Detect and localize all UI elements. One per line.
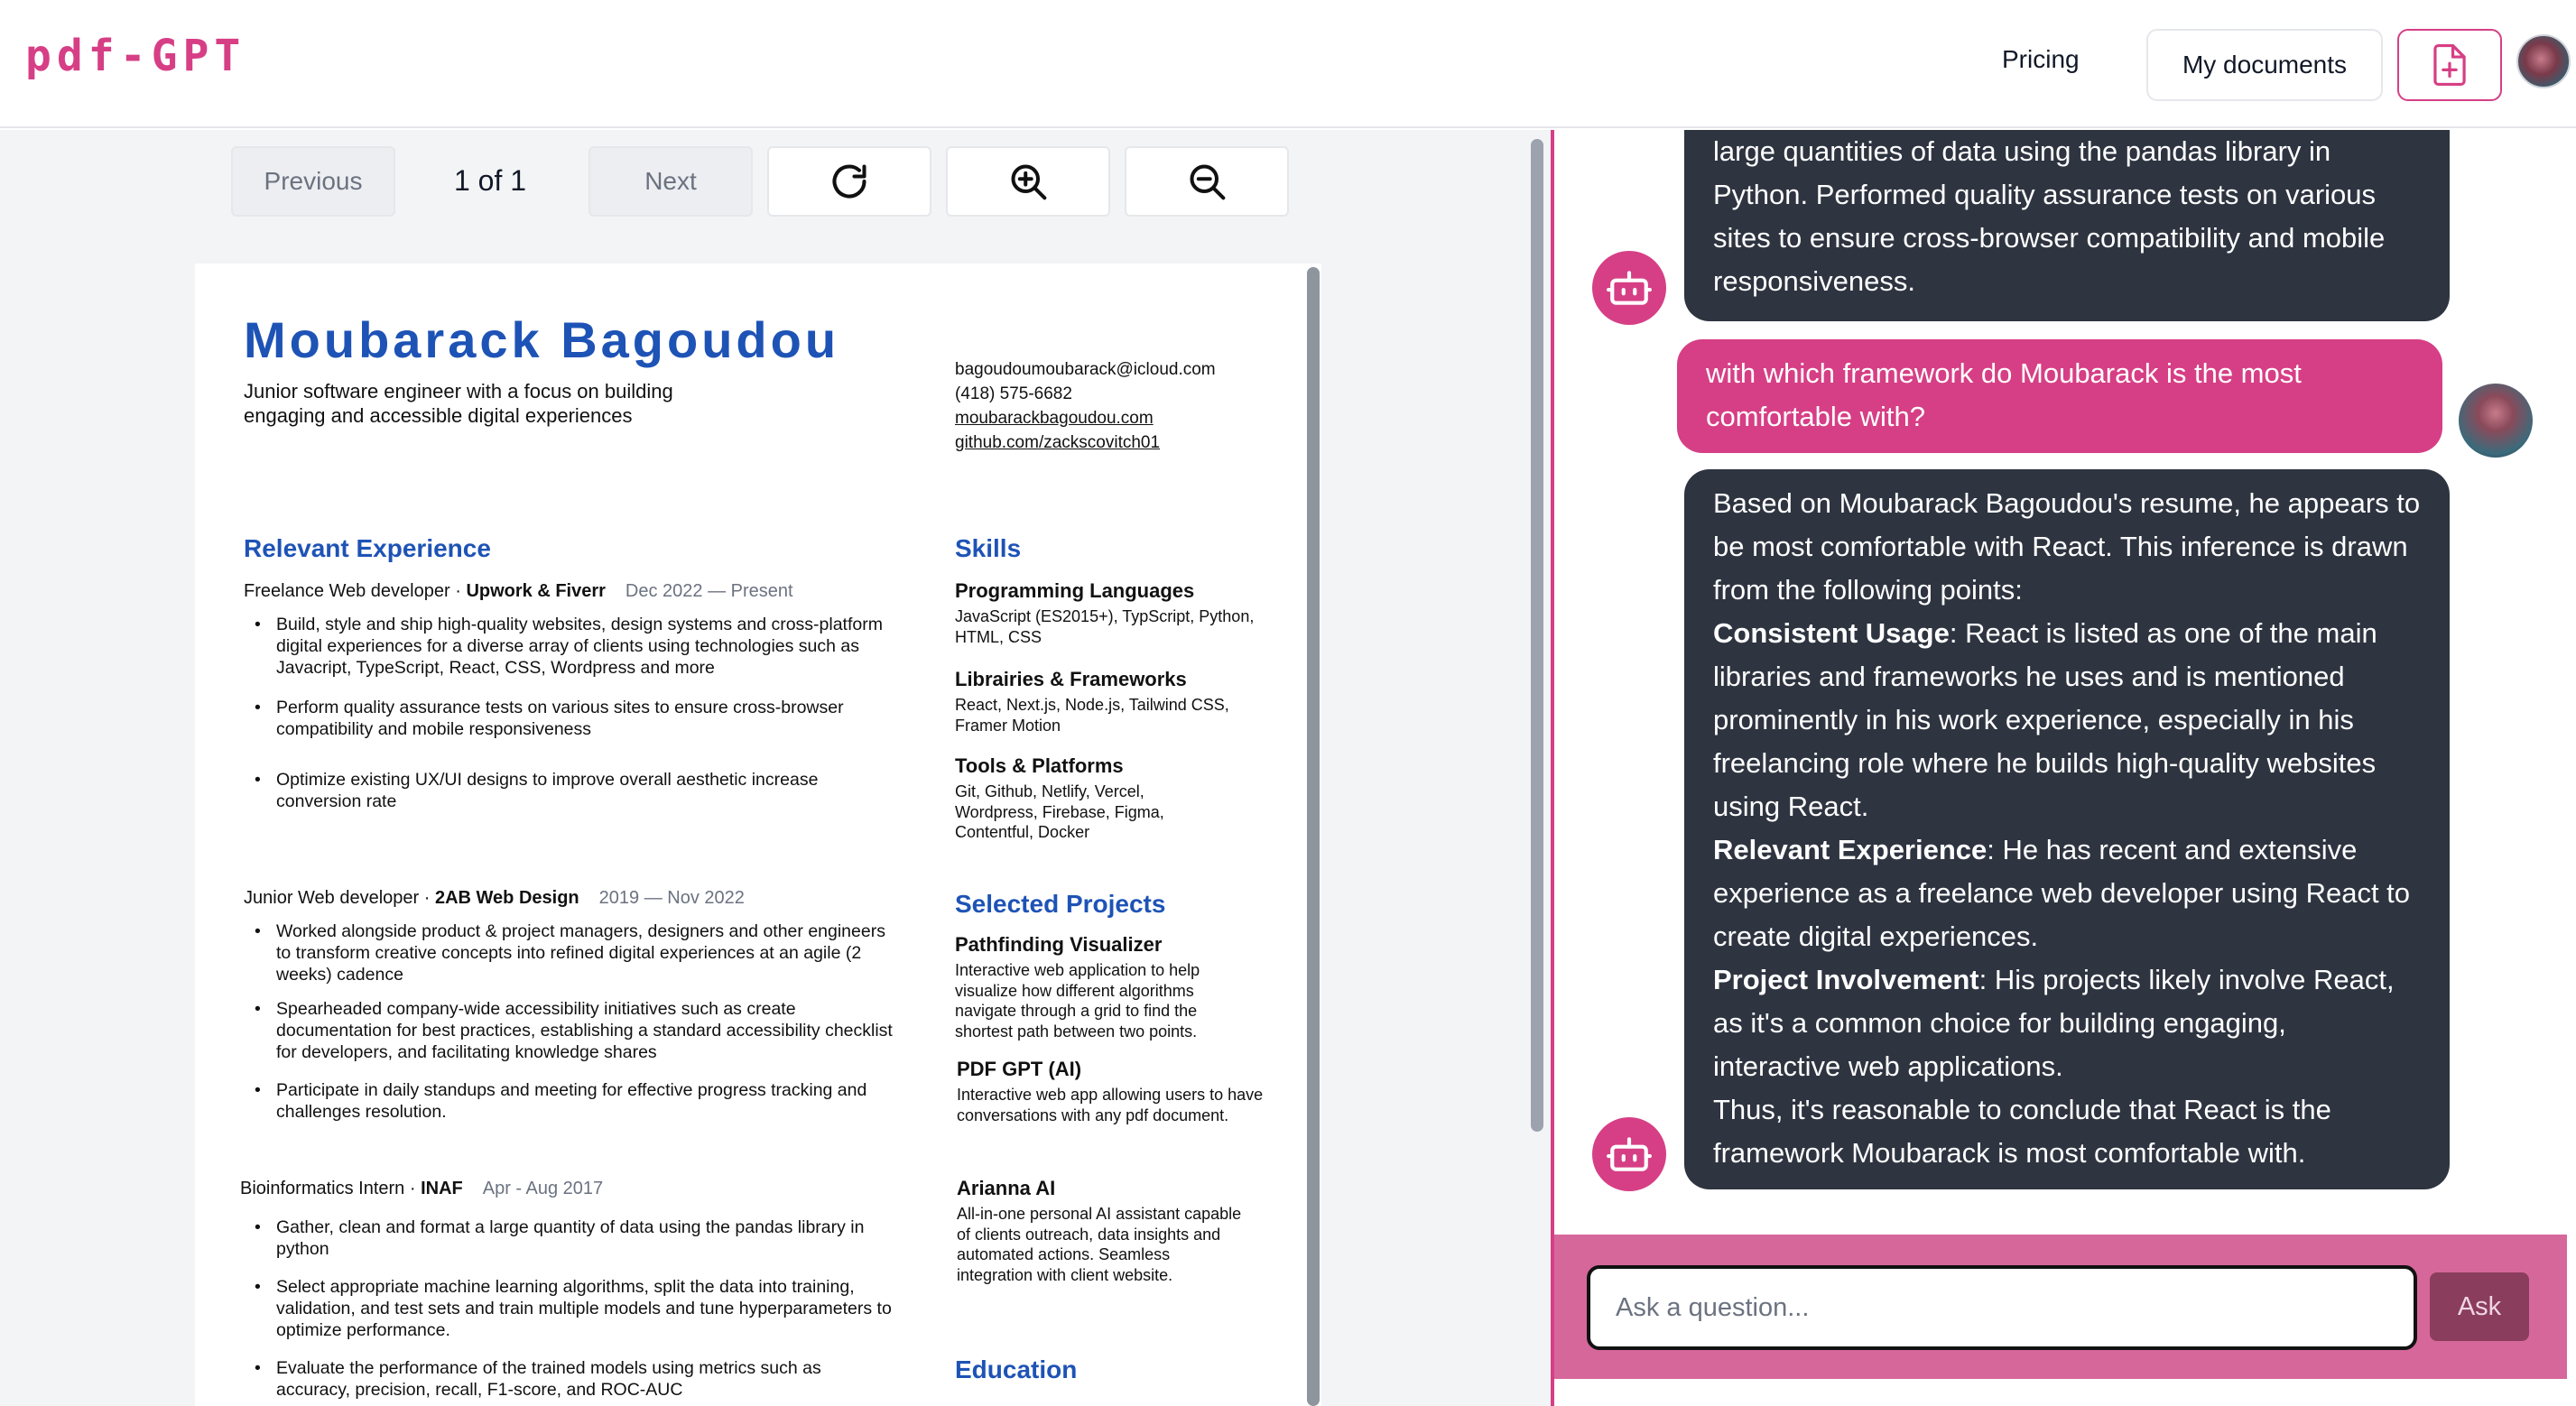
project-description: Interactive web application to help visu… bbox=[955, 961, 1200, 1041]
list-item: Evaluate the performance of the trained … bbox=[247, 1357, 897, 1401]
projects-heading: Selected Projects bbox=[955, 890, 1166, 918]
project-title: Pathfinding Visualizer bbox=[955, 933, 1163, 956]
chat-input-bar: Ask bbox=[1554, 1235, 2567, 1379]
pdf-page: Moubarack Bagoudou Junior software engin… bbox=[195, 264, 1321, 1406]
question-input[interactable] bbox=[1587, 1265, 2417, 1350]
resume-contact: bagoudoumoubarack@icloud.com (418) 575-6… bbox=[955, 357, 1216, 455]
list-item: Perform quality assurance tests on vario… bbox=[247, 697, 897, 740]
list-item: Select appropriate machine learning algo… bbox=[247, 1276, 897, 1341]
list-item: Build, style and ship high-quality websi… bbox=[247, 614, 897, 679]
bot-avatar bbox=[1592, 1117, 1666, 1191]
list-item: Worked alongside product & project manag… bbox=[247, 920, 897, 985]
skill-category-text: Git, Github, Netlify, Vercel, Wordpress,… bbox=[955, 782, 1164, 841]
contact-phone: (418) 575-6682 bbox=[955, 384, 1072, 403]
user-avatar[interactable] bbox=[2516, 34, 2571, 88]
user-avatar bbox=[2459, 384, 2533, 458]
zoom-out-button[interactable] bbox=[1125, 146, 1289, 217]
job-bullets: Worked alongside product & project manag… bbox=[247, 920, 897, 1139]
education-heading: Education bbox=[955, 1355, 1078, 1383]
file-plus-icon bbox=[2433, 43, 2466, 87]
contact-website-link[interactable]: moubarackbagoudou.com bbox=[955, 406, 1216, 430]
resume-name: Moubarack Bagoudou bbox=[244, 311, 840, 368]
bot-avatar bbox=[1592, 251, 1666, 325]
resume-tagline: Junior software engineer with a focus on… bbox=[244, 380, 673, 427]
user-message: with which framework do Moubarack is the… bbox=[1677, 339, 2442, 453]
job-title-line: Freelance Web developer · Upwork & Fiver… bbox=[244, 581, 793, 601]
list-item: Participate in daily standups and meetin… bbox=[247, 1079, 897, 1123]
skill-category-title: Programming Languages bbox=[955, 579, 1195, 602]
pdf-viewer: Previous 1 of 1 Next Moubarack Bagoudou … bbox=[0, 130, 1551, 1406]
my-documents-button[interactable]: My documents bbox=[2146, 29, 2383, 101]
job-bullets: Build, style and ship high-quality websi… bbox=[247, 614, 897, 828]
zoom-out-icon bbox=[1190, 164, 1226, 200]
experience-heading: Relevant Experience bbox=[244, 534, 491, 562]
robot-icon bbox=[1607, 1137, 1652, 1171]
rotate-icon bbox=[832, 164, 866, 199]
app-header: pdf-GPT Pricing My documents bbox=[0, 0, 2576, 128]
skill-category-title: Librairies & Frameworks bbox=[955, 668, 1187, 690]
list-item: Optimize existing UX/UI designs to impro… bbox=[247, 769, 897, 812]
app-logo[interactable]: pdf-GPT bbox=[25, 31, 246, 81]
next-page-button[interactable]: Next bbox=[588, 146, 753, 217]
chat-panel: large quantities of data using the panda… bbox=[1554, 130, 2576, 1406]
upload-document-button[interactable] bbox=[2397, 29, 2502, 101]
pricing-link[interactable]: Pricing bbox=[2002, 45, 2080, 74]
skill-category-text: JavaScript (ES2015+), TypScript, Python,… bbox=[955, 607, 1255, 646]
skill-category-text: React, Next.js, Node.js, Tailwind CSS, F… bbox=[955, 696, 1229, 735]
zoom-in-button[interactable] bbox=[946, 146, 1110, 217]
rotate-button[interactable] bbox=[767, 146, 931, 217]
contact-github-link[interactable]: github.com/zackscovitch01 bbox=[955, 430, 1216, 455]
contact-email: bagoudoumoubarack@icloud.com bbox=[955, 360, 1216, 379]
job-title-line: Junior Web developer · 2AB Web Design 201… bbox=[244, 888, 745, 908]
list-item: Spearheaded company-wide accessibility i… bbox=[247, 998, 897, 1063]
project-description: Interactive web app allowing users to ha… bbox=[957, 1086, 1264, 1124]
skill-category-title: Tools & Platforms bbox=[955, 754, 1124, 777]
zoom-in-icon bbox=[1011, 164, 1047, 200]
project-title: Arianna AI bbox=[957, 1177, 1056, 1199]
viewer-scrollbar[interactable] bbox=[1531, 139, 1543, 1132]
project-description: All-in-one personal AI assistant capable… bbox=[957, 1205, 1242, 1284]
skills-heading: Skills bbox=[955, 534, 1022, 562]
bot-message: Based on Moubarack Bagoudou's resume, he… bbox=[1684, 469, 2450, 1189]
job-bullets: Gather, clean and format a large quantit… bbox=[247, 1216, 897, 1406]
page-indicator: 1 of 1 bbox=[453, 164, 527, 197]
project-title: PDF GPT (AI) bbox=[957, 1058, 1082, 1080]
page-scrollbar[interactable] bbox=[1307, 267, 1320, 1406]
ask-button[interactable]: Ask bbox=[2430, 1272, 2529, 1341]
robot-icon bbox=[1607, 271, 1652, 305]
list-item: Gather, clean and format a large quantit… bbox=[247, 1216, 897, 1260]
previous-page-button[interactable]: Previous bbox=[231, 146, 395, 217]
bot-message: large quantities of data using the panda… bbox=[1684, 130, 2450, 321]
job-title-line: Bioinformatics Intern · INAF Apr - Aug 20… bbox=[240, 1179, 604, 1198]
